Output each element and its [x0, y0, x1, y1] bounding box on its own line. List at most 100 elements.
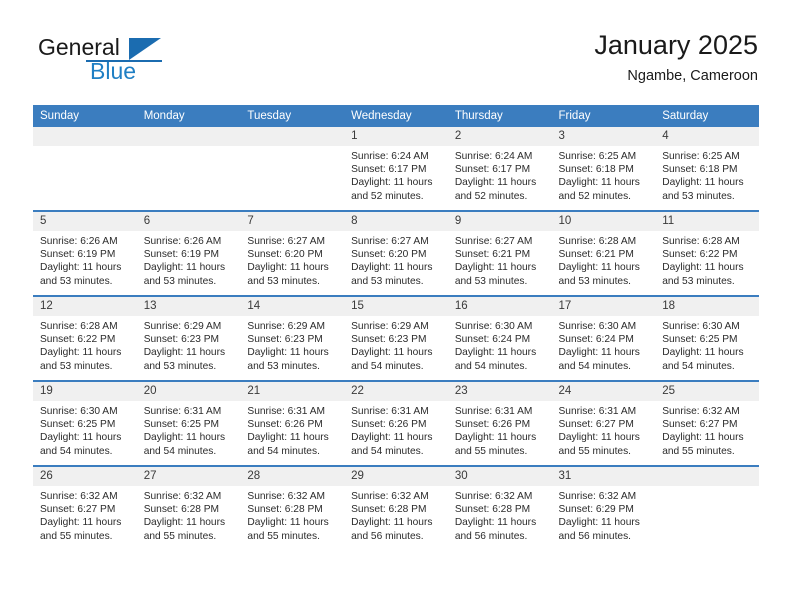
day-number: 14	[240, 297, 345, 316]
day-number: 17	[551, 297, 656, 316]
calendar-day-cell[interactable]: 23 Sunrise: 6:31 AM Sunset: 6:26 PM Dayligh…	[447, 380, 552, 466]
calendar-day-cell[interactable]: 16 Sunrise: 6:30 AM Sunset: 6:24 PM Dayligh…	[447, 295, 552, 381]
sunrise-text: Sunrise: 6:31 AM	[247, 406, 325, 417]
sunset-text: Sunset: 6:27 PM	[558, 419, 634, 431]
calendar-day-cell[interactable]: 1 Sunrise: 6:24 AM Sunset: 6:17 PM Daylight…	[344, 127, 448, 211]
sunrise-text: Sunrise: 6:31 AM	[351, 406, 429, 417]
sunrise-text: Sunrise: 6:31 AM	[558, 406, 637, 417]
day-number: 12	[33, 297, 137, 316]
sunset-text: Sunset: 6:18 PM	[558, 164, 634, 176]
calendar-day-cell[interactable]: 19 Sunrise: 6:30 AM Sunset: 6:25 PM Dayligh…	[33, 380, 137, 466]
calendar-day-cell[interactable]: 5 Sunrise: 6:26 AM Sunset: 6:19 PM Daylight…	[33, 210, 137, 296]
day-sun-info: Sunrise: 6:27 AM Sunset: 6:21 PM Daylight:…	[448, 231, 552, 288]
calendar-day-cell[interactable]: 28 Sunrise: 6:32 AM Sunset: 6:28 PM Dayligh…	[240, 465, 345, 550]
day-sun-info: Sunrise: 6:25 AM Sunset: 6:18 PM Daylight:…	[552, 146, 656, 203]
sunrise-text: Sunrise: 6:30 AM	[558, 321, 637, 332]
calendar-day-cell[interactable]: 9 Sunrise: 6:27 AM Sunset: 6:21 PM Daylight…	[447, 210, 552, 296]
calendar-day-cell[interactable]: 2 Sunrise: 6:24 AM Sunset: 6:17 PM Daylight…	[447, 127, 552, 211]
calendar-day-cell[interactable]: 27 Sunrise: 6:32 AM Sunset: 6:28 PM Dayligh…	[136, 465, 241, 550]
daylight-text: Daylight: 11 hours and 53 minutes.	[143, 262, 226, 287]
day-sun-info: Sunrise: 6:27 AM Sunset: 6:20 PM Daylight:…	[344, 231, 448, 288]
sunset-text: Sunset: 6:17 PM	[454, 164, 531, 176]
day-sun-info: Sunrise: 6:24 AM Sunset: 6:17 PM Daylight:…	[344, 146, 448, 203]
sunrise-text: Sunrise: 6:30 AM	[454, 321, 533, 332]
day-number: 9	[447, 212, 552, 231]
calendar-day-cell[interactable]: 3 Sunrise: 6:25 AM Sunset: 6:18 PM Daylight…	[551, 127, 656, 211]
sunset-text: Sunset: 6:28 PM	[454, 504, 531, 516]
day-number	[655, 467, 759, 486]
calendar-day-cell[interactable]: 20 Sunrise: 6:31 AM Sunset: 6:25 PM Dayligh…	[136, 380, 241, 466]
day-sun-info: Sunrise: 6:31 AM Sunset: 6:26 PM Daylight:…	[240, 401, 344, 458]
sunset-text: Sunset: 6:23 PM	[247, 334, 323, 346]
daylight-text: Daylight: 11 hours and 53 minutes.	[247, 262, 329, 287]
day-sun-info: Sunrise: 6:32 AM Sunset: 6:28 PM Daylight:…	[448, 486, 552, 543]
day-number	[136, 127, 241, 146]
sunrise-text: Sunrise: 6:32 AM	[662, 406, 740, 417]
calendar-day-cell[interactable]: 15 Sunrise: 6:29 AM Sunset: 6:23 PM Dayligh…	[344, 295, 448, 381]
sunset-text: Sunset: 6:19 PM	[143, 249, 220, 261]
calendar-day-cell[interactable]: 7 Sunrise: 6:27 AM Sunset: 6:20 PM Daylight…	[240, 210, 345, 296]
calendar-day-cell[interactable]: 4 Sunrise: 6:25 AM Sunset: 6:18 PM Daylight…	[655, 127, 759, 211]
calendar-empty-cell	[655, 465, 759, 550]
weekday-header-sunday: Sunday	[33, 105, 137, 127]
calendar-day-cell[interactable]: 17 Sunrise: 6:30 AM Sunset: 6:24 PM Dayligh…	[551, 295, 656, 381]
page-header: General Blue January 2025 Ngambe, Camero…	[34, 28, 758, 96]
calendar-day-cell[interactable]: 22 Sunrise: 6:31 AM Sunset: 6:26 PM Dayligh…	[344, 380, 448, 466]
day-sun-info: Sunrise: 6:32 AM Sunset: 6:28 PM Daylight:…	[344, 486, 448, 543]
calendar-empty-cell	[33, 127, 137, 211]
brand-name-blue: Blue	[90, 58, 137, 84]
calendar-day-cell[interactable]: 10 Sunrise: 6:28 AM Sunset: 6:21 PM Dayligh…	[551, 210, 656, 296]
calendar-day-cell[interactable]: 8 Sunrise: 6:27 AM Sunset: 6:20 PM Daylight…	[344, 210, 448, 296]
calendar-body: 1 Sunrise: 6:24 AM Sunset: 6:17 PM Daylight…	[33, 127, 759, 550]
calendar-page: General Blue January 2025 Ngambe, Camero…	[0, 0, 792, 612]
sunrise-text: Sunrise: 6:27 AM	[454, 236, 533, 247]
day-number	[33, 127, 137, 146]
day-sun-info: Sunrise: 6:30 AM Sunset: 6:25 PM Daylight:…	[655, 316, 759, 373]
calendar-day-cell[interactable]: 25 Sunrise: 6:32 AM Sunset: 6:27 PM Dayligh…	[655, 380, 759, 466]
daylight-text: Daylight: 11 hours and 54 minutes.	[351, 347, 433, 372]
daylight-text: Daylight: 11 hours and 54 minutes.	[351, 432, 433, 457]
daylight-text: Daylight: 11 hours and 53 minutes.	[40, 262, 122, 287]
day-number: 6	[136, 212, 241, 231]
calendar-day-cell[interactable]: 18 Sunrise: 6:30 AM Sunset: 6:25 PM Dayligh…	[655, 295, 759, 381]
daylight-text: Daylight: 11 hours and 54 minutes.	[247, 432, 329, 457]
daylight-text: Daylight: 11 hours and 55 minutes.	[40, 517, 122, 542]
day-number: 2	[447, 127, 552, 146]
calendar-day-cell[interactable]: 14 Sunrise: 6:29 AM Sunset: 6:23 PM Dayligh…	[240, 295, 345, 381]
calendar-day-cell[interactable]: 13 Sunrise: 6:29 AM Sunset: 6:23 PM Dayligh…	[136, 295, 241, 381]
calendar-day-cell[interactable]: 12 Sunrise: 6:28 AM Sunset: 6:22 PM Dayligh…	[33, 295, 137, 381]
day-number: 5	[33, 212, 137, 231]
weekday-header-saturday: Saturday	[655, 105, 759, 127]
calendar-day-cell[interactable]: 24 Sunrise: 6:31 AM Sunset: 6:27 PM Dayligh…	[551, 380, 656, 466]
calendar-day-cell[interactable]: 29 Sunrise: 6:32 AM Sunset: 6:28 PM Dayligh…	[344, 465, 448, 550]
day-number: 31	[551, 467, 656, 486]
sunrise-text: Sunrise: 6:26 AM	[40, 236, 118, 247]
calendar-day-cell[interactable]: 31 Sunrise: 6:32 AM Sunset: 6:29 PM Dayligh…	[551, 465, 656, 550]
calendar-grid: Sunday Monday Tuesday Wednesday Thursday…	[33, 105, 759, 550]
day-number: 30	[447, 467, 552, 486]
calendar-day-cell[interactable]: 26 Sunrise: 6:32 AM Sunset: 6:27 PM Dayligh…	[33, 465, 137, 550]
daylight-text: Daylight: 11 hours and 55 minutes.	[454, 432, 537, 457]
day-number: 22	[344, 382, 448, 401]
calendar-day-cell[interactable]: 6 Sunrise: 6:26 AM Sunset: 6:19 PM Daylight…	[136, 210, 241, 296]
daylight-text: Daylight: 11 hours and 53 minutes.	[454, 262, 537, 287]
day-number: 27	[136, 467, 241, 486]
brand-logo[interactable]: General Blue	[34, 28, 234, 90]
sunset-text: Sunset: 6:22 PM	[662, 249, 738, 261]
sunrise-text: Sunrise: 6:25 AM	[558, 151, 637, 162]
sunset-text: Sunset: 6:20 PM	[247, 249, 323, 261]
day-number: 13	[136, 297, 241, 316]
calendar-day-cell[interactable]: 21 Sunrise: 6:31 AM Sunset: 6:26 PM Dayligh…	[240, 380, 345, 466]
daylight-text: Daylight: 11 hours and 54 minutes.	[454, 347, 537, 372]
calendar-week-row: 26 Sunrise: 6:32 AM Sunset: 6:27 PM Dayligh…	[33, 465, 759, 550]
day-sun-info: Sunrise: 6:32 AM Sunset: 6:29 PM Daylight:…	[552, 486, 656, 543]
day-number: 4	[655, 127, 759, 146]
day-sun-info: Sunrise: 6:32 AM Sunset: 6:28 PM Daylight:…	[137, 486, 241, 543]
day-number: 1	[344, 127, 448, 146]
calendar-empty-cell	[240, 127, 345, 211]
sunset-text: Sunset: 6:28 PM	[143, 504, 220, 516]
day-sun-info: Sunrise: 6:27 AM Sunset: 6:20 PM Daylight:…	[240, 231, 344, 288]
calendar-day-cell[interactable]: 30 Sunrise: 6:32 AM Sunset: 6:28 PM Dayligh…	[447, 465, 552, 550]
calendar-day-cell[interactable]: 11 Sunrise: 6:28 AM Sunset: 6:22 PM Dayligh…	[655, 210, 759, 296]
calendar-week-row: 12 Sunrise: 6:28 AM Sunset: 6:22 PM Dayligh…	[33, 295, 759, 381]
